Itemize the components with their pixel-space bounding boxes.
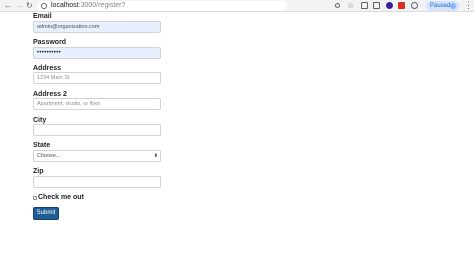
browser-toolbar: ← → ↻ localhost:3000/register? ☆ Paused … [0, 0, 474, 12]
profile-paused-button[interactable]: Paused [426, 1, 459, 11]
extension-icon[interactable] [361, 2, 368, 9]
star-icon[interactable]: ☆ [347, 1, 354, 11]
red-extension-icon[interactable] [398, 2, 405, 9]
address2-field[interactable] [33, 98, 161, 110]
shield-extension-icon[interactable] [386, 2, 393, 9]
reload-icon[interactable]: ↻ [26, 1, 33, 11]
email-label: Email [33, 13, 52, 20]
state-label: State [33, 142, 51, 149]
check-me-out-label: Check me out [38, 194, 84, 201]
url-path: :3000/register? [78, 2, 126, 9]
paused-label: Paused [430, 3, 451, 9]
menu-icon[interactable]: ⋮ [464, 0, 473, 11]
url-host: localhost [51, 2, 79, 9]
state-select[interactable]: Choose... ⬍ [33, 150, 161, 162]
back-arrow-icon[interactable]: ← [4, 1, 12, 11]
state-selected-value: Choose... [37, 153, 61, 159]
submit-button[interactable]: Submit [33, 207, 59, 220]
check-me-out-checkbox[interactable] [33, 196, 37, 200]
zip-label: Zip [33, 168, 44, 175]
password-label: Password [33, 39, 67, 46]
zip-field[interactable] [33, 176, 161, 188]
address-bar[interactable]: localhost:3000/register? [37, 1, 287, 11]
address-field[interactable] [33, 72, 161, 84]
password-field[interactable] [33, 47, 161, 59]
url-text: localhost:3000/register? [51, 1, 125, 11]
city-field[interactable] [33, 124, 161, 136]
info-icon[interactable] [41, 2, 47, 9]
camera-extension-icon[interactable] [373, 2, 380, 9]
email-field[interactable] [33, 21, 161, 33]
forward-arrow-icon[interactable]: → [15, 1, 23, 11]
chevron-updown-icon: ⬍ [153, 153, 158, 159]
avatar [450, 3, 456, 9]
puzzle-extension-icon[interactable] [411, 2, 418, 9]
key-icon[interactable] [335, 3, 340, 8]
